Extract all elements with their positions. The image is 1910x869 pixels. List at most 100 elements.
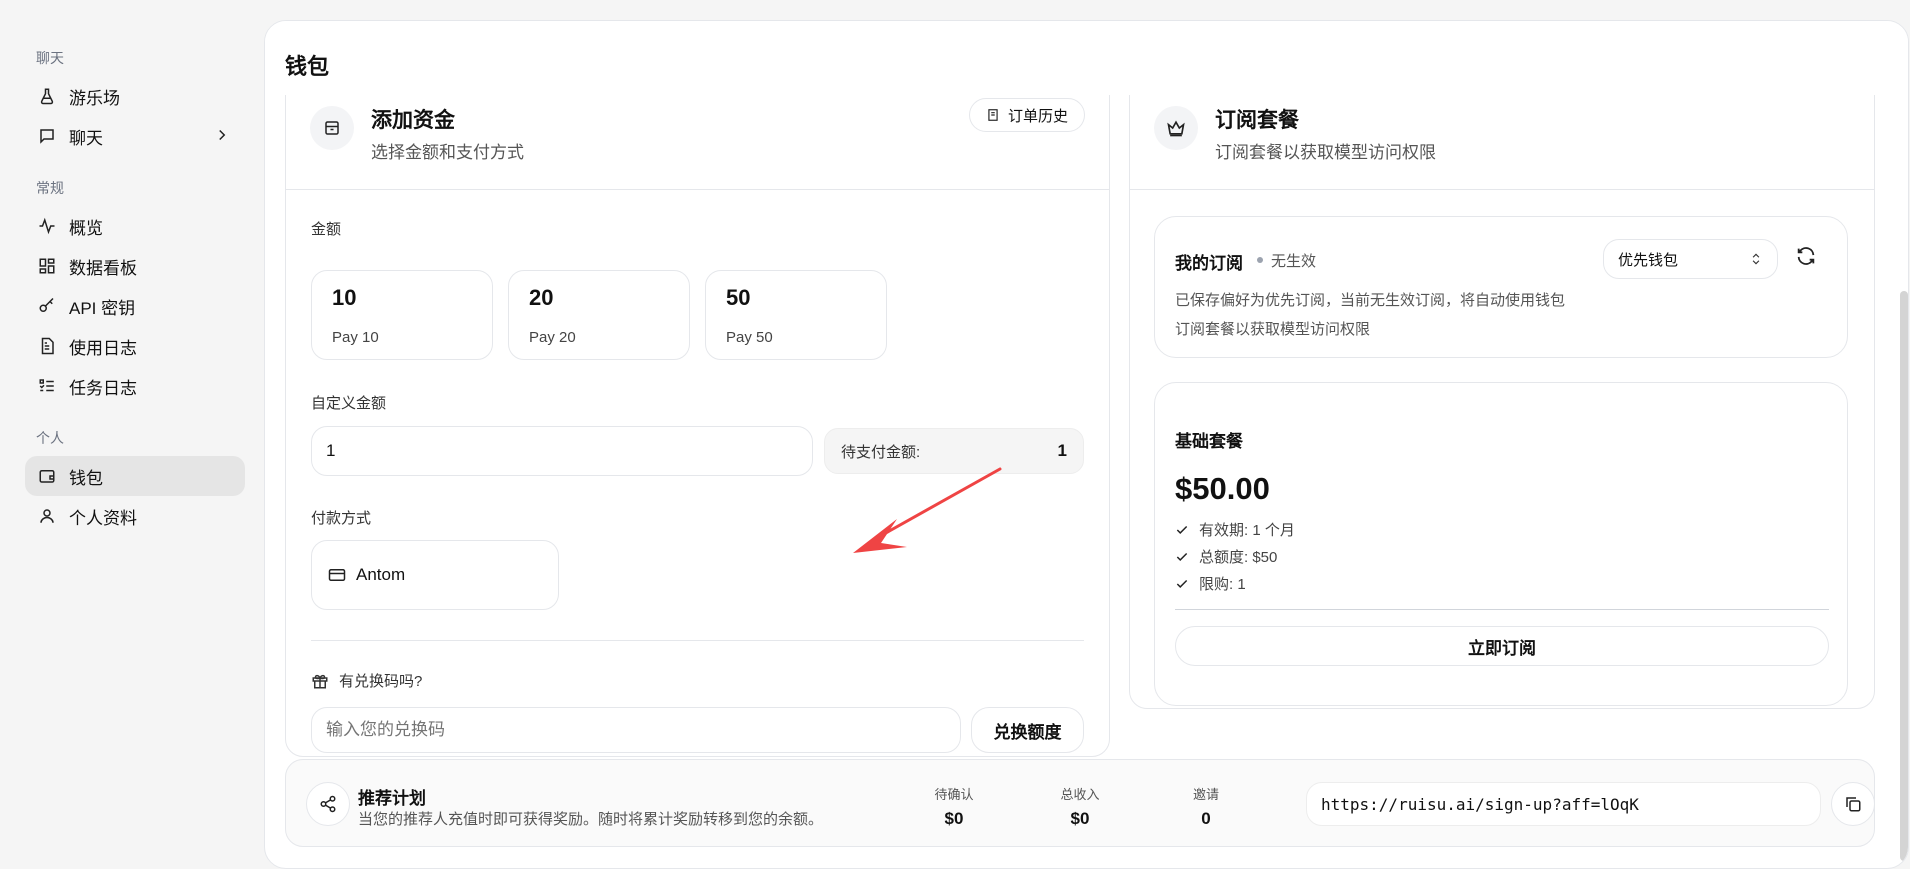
referral-link-field[interactable]: https://ruisu.ai/sign-up?aff=lOqK (1306, 782, 1821, 826)
dashboard-icon (37, 256, 57, 276)
plan-name: 基础套餐 (1175, 432, 1243, 451)
amount-option[interactable]: 50 Pay 50 (705, 270, 887, 360)
stat-label: 邀请 (1192, 787, 1219, 802)
referral-stat-pending: 待确认 $0 (914, 784, 994, 829)
payment-method-label: 付款方式 (311, 510, 372, 527)
amount-value: 50 (726, 285, 751, 310)
redeem-question: 有兑换码吗? (339, 673, 423, 690)
plan-price: $50.00 (1175, 471, 1270, 506)
my-subscription-panel: 我的订阅 无生效 已保存偏好为优先订阅，当前无生效订阅，将自动使用钱包 订阅套餐… (1154, 216, 1848, 358)
amount-sub: Pay 20 (529, 329, 576, 346)
refresh-icon[interactable] (1795, 245, 1817, 267)
sidebar-item-usage-logs[interactable]: 使用日志 (25, 326, 245, 366)
order-history-label: 订单历史 (1007, 107, 1068, 125)
key-icon (37, 296, 57, 316)
stat-value: $0 (1070, 809, 1090, 828)
sidebar-item-label: 聊天 (69, 128, 103, 148)
status-dot (1257, 257, 1263, 263)
redeem-code-input[interactable] (311, 707, 961, 753)
amount-value: 10 (332, 285, 357, 310)
page-header: 钱包 (265, 21, 1908, 95)
check-icon (1175, 550, 1189, 564)
section-label-general: 常规 (36, 180, 64, 196)
copy-icon (1844, 795, 1862, 813)
page-title: 钱包 (285, 54, 330, 79)
plan-feature: 限购: 1 (1175, 573, 1246, 594)
copy-link-button[interactable] (1831, 782, 1875, 826)
activity-icon (37, 216, 57, 236)
box-icon (310, 106, 354, 150)
referral-subtitle: 当您的推荐人充值时即可获得奖励。随时将累计奖励转移到您的余额。 (358, 811, 824, 828)
sidebar-item-task-logs[interactable]: 任务日志 (25, 366, 245, 406)
amount-sub: Pay 50 (726, 329, 773, 346)
sidebar-item-chat[interactable]: 聊天 (25, 116, 245, 156)
topup-title: 添加资金 (371, 109, 455, 132)
sidebar-item-playground[interactable]: 游乐场 (25, 76, 245, 116)
list-check-icon (37, 376, 57, 396)
stat-value: $0 (944, 809, 964, 828)
receipt-icon (986, 108, 1000, 122)
redeem-button[interactable]: 兑换额度 (971, 707, 1084, 753)
divider (311, 640, 1084, 641)
referral-stat-income: 总收入 $0 (1040, 784, 1120, 829)
user-icon (37, 506, 57, 526)
divider (1175, 609, 1829, 610)
topup-card: 添加资金 选择金额和支付方式 订单历史 金额 10 Pay 10 20 Pay … (285, 61, 1110, 757)
referral-title: 推荐计划 (358, 789, 426, 808)
subscription-title: 订阅套餐 (1215, 109, 1299, 132)
main-panel: 添加资金 选择金额和支付方式 订单历史 金额 10 Pay 10 20 Pay … (264, 20, 1909, 869)
sidebar-item-label: 任务日志 (69, 378, 137, 398)
sidebar-item-overview[interactable]: 概览 (25, 206, 245, 246)
plan-feature-text: 限购: 1 (1199, 576, 1246, 593)
custom-amount-input[interactable]: 1 (311, 426, 813, 476)
custom-amount-label: 自定义金额 (311, 395, 387, 412)
subscription-subtitle: 订阅套餐以获取模型访问权限 (1215, 143, 1436, 162)
amount-option[interactable]: 20 Pay 20 (508, 270, 690, 360)
wallet-icon (37, 466, 57, 486)
referral-stat-invites: 邀请 0 (1166, 784, 1246, 829)
subscription-status: 无生效 (1271, 253, 1317, 270)
sidebar-item-label: 概览 (69, 218, 103, 238)
sidebar-item-api-keys[interactable]: API 密钥 (25, 286, 245, 326)
plan-feature: 总额度: $50 (1175, 546, 1277, 567)
subscribe-button[interactable]: 立即订阅 (1175, 626, 1829, 666)
plan-feature-text: 总额度: $50 (1199, 549, 1278, 566)
amount-due-label: 待支付金额: (841, 443, 921, 461)
sidebar-item-label: 使用日志 (69, 338, 137, 358)
amount-due-value: 1 (1057, 441, 1067, 460)
stat-label: 待确认 (934, 787, 974, 802)
scrollbar[interactable] (1900, 291, 1908, 861)
plan-feature-text: 有效期: 1 个月 (1199, 522, 1295, 539)
redeem-question-row: 有兑换码吗? (311, 670, 422, 691)
amount-label: 金额 (311, 221, 342, 238)
sidebar-item-profile[interactable]: 个人资料 (25, 496, 245, 536)
amount-value: 20 (529, 285, 554, 310)
subscription-hint: 订阅套餐以获取模型访问权限 (1175, 321, 1371, 338)
annotation-arrow (853, 467, 1002, 553)
message-icon (37, 126, 57, 146)
flask-icon (37, 86, 57, 106)
check-icon (1175, 523, 1189, 537)
sidebar-item-label: 钱包 (69, 468, 103, 488)
crown-icon (1154, 106, 1198, 150)
sidebar-item-label: 数据看板 (69, 258, 137, 278)
order-history-button[interactable]: 订单历史 (968, 98, 1085, 132)
billing-preference-select[interactable]: 优先钱包 (1603, 239, 1778, 279)
gift-icon (311, 672, 329, 690)
sidebar-item-wallet[interactable]: 钱包 (25, 456, 245, 496)
referral-card: 推荐计划 当您的推荐人充值时即可获得奖励。随时将累计奖励转移到您的余额。 待确认… (285, 759, 1875, 847)
plan-card: 基础套餐 $50.00 有效期: 1 个月 总额度: $50 限购: 1 立即订… (1154, 382, 1848, 706)
amount-option[interactable]: 10 Pay 10 (311, 270, 493, 360)
stat-label: 总收入 (1060, 787, 1100, 802)
stat-value: 0 (1201, 809, 1211, 828)
check-icon (1175, 577, 1189, 591)
share-icon (306, 782, 350, 826)
sidebar-item-label: API 密钥 (69, 298, 136, 318)
payment-option-antom[interactable]: Antom (311, 540, 559, 610)
sidebar-item-dashboard[interactable]: 数据看板 (25, 246, 245, 286)
billing-preference-value: 优先钱包 (1618, 251, 1679, 269)
topup-subtitle: 选择金额和支付方式 (371, 143, 524, 162)
chevron-right-icon (213, 126, 231, 144)
subscription-note: 已保存偏好为优先订阅，当前无生效订阅，将自动使用钱包 (1175, 292, 1566, 309)
amount-sub: Pay 10 (332, 329, 379, 346)
